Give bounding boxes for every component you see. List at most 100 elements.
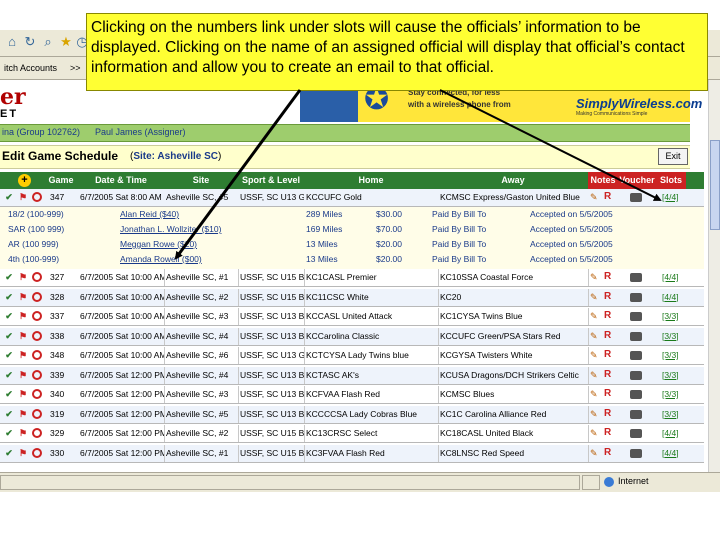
slots-link[interactable]: [4/4] (662, 269, 679, 286)
slots-link[interactable]: [3/3] (662, 406, 679, 423)
report-r-icon[interactable]: R (604, 369, 611, 381)
cancel-game-icon[interactable] (32, 369, 42, 380)
cell-game[interactable]: 330 (50, 445, 76, 462)
switch-accounts-link[interactable]: itch Accounts (0, 59, 61, 77)
voucher-printer-icon[interactable] (630, 312, 642, 321)
report-r-icon[interactable]: R (604, 191, 611, 203)
scrollbar-thumb[interactable] (710, 140, 720, 230)
official-name-link[interactable]: Meggan Rowe ($20) (120, 237, 197, 252)
accept-check-icon[interactable]: ✔ (4, 370, 14, 380)
favorites-icon[interactable]: ★ (58, 34, 74, 50)
flag-icon[interactable]: ⚑ (18, 311, 28, 321)
notes-icon[interactable]: ✎ (590, 311, 600, 321)
notes-icon[interactable]: ✎ (590, 428, 600, 438)
notes-icon[interactable]: ✎ (590, 192, 600, 202)
cell-game[interactable]: 329 (50, 425, 76, 442)
flag-icon[interactable]: ⚑ (18, 292, 28, 302)
flag-icon[interactable]: ⚑ (18, 370, 28, 380)
flag-icon[interactable]: ⚑ (18, 331, 28, 341)
notes-icon[interactable]: ✎ (590, 272, 600, 282)
home-icon[interactable]: ⌂ (4, 34, 20, 50)
cell-game[interactable]: 347 (50, 189, 76, 206)
slots-link[interactable]: [3/3] (662, 308, 679, 325)
cell-game[interactable]: 327 (50, 269, 76, 286)
flag-icon[interactable]: ⚑ (18, 428, 28, 438)
notes-icon[interactable]: ✎ (590, 389, 600, 399)
cancel-game-icon[interactable] (32, 272, 42, 282)
refresh-icon[interactable]: ↻ (22, 34, 38, 50)
official-name-link[interactable]: Alan Reid ($40) (120, 207, 179, 222)
search-icon[interactable]: ⌕ (40, 34, 56, 50)
cell-game[interactable]: 328 (50, 289, 76, 306)
notes-icon[interactable]: ✎ (590, 331, 600, 341)
slots-link[interactable]: [4/4] (662, 445, 679, 462)
report-r-icon[interactable]: R (604, 271, 611, 283)
exit-button[interactable]: Exit (658, 148, 688, 165)
report-r-icon[interactable]: R (604, 291, 611, 303)
accept-check-icon[interactable]: ✔ (4, 428, 14, 438)
add-game-icon[interactable]: + (18, 174, 31, 187)
cell-game[interactable]: 337 (50, 308, 76, 325)
voucher-printer-icon[interactable] (630, 193, 642, 202)
slots-link[interactable]: [3/3] (662, 347, 679, 364)
slots-link[interactable]: [4/4] (662, 289, 679, 306)
notes-icon[interactable]: ✎ (590, 409, 600, 419)
accept-check-icon[interactable]: ✔ (4, 448, 14, 458)
accept-check-icon[interactable]: ✔ (4, 311, 14, 321)
notes-icon[interactable]: ✎ (590, 370, 600, 380)
cancel-game-icon[interactable] (32, 192, 42, 202)
voucher-printer-icon[interactable] (630, 351, 642, 360)
links-chevron[interactable]: >> (70, 59, 84, 77)
report-r-icon[interactable]: R (604, 310, 611, 322)
report-r-icon[interactable]: R (604, 427, 611, 439)
report-r-icon[interactable]: R (604, 447, 611, 459)
accept-check-icon[interactable]: ✔ (4, 192, 14, 202)
flag-icon[interactable]: ⚑ (18, 350, 28, 360)
voucher-printer-icon[interactable] (630, 409, 642, 419)
cancel-game-icon[interactable] (32, 330, 42, 341)
report-r-icon[interactable]: R (604, 388, 611, 400)
cancel-game-icon[interactable] (32, 350, 42, 360)
accept-check-icon[interactable]: ✔ (4, 389, 14, 399)
flag-icon[interactable]: ⚑ (18, 272, 28, 282)
voucher-printer-icon[interactable] (630, 429, 642, 438)
cancel-game-icon[interactable] (32, 428, 42, 438)
voucher-printer-icon[interactable] (630, 331, 642, 341)
cell-game[interactable]: 340 (50, 386, 76, 403)
cell-game[interactable]: 339 (50, 367, 76, 384)
notes-icon[interactable]: ✎ (590, 292, 600, 302)
flag-icon[interactable]: ⚑ (18, 389, 28, 399)
accept-check-icon[interactable]: ✔ (4, 409, 14, 419)
cancel-game-icon[interactable] (32, 291, 42, 302)
cell-game[interactable]: 319 (50, 406, 76, 423)
vertical-scrollbar[interactable] (708, 80, 720, 472)
accept-check-icon[interactable]: ✔ (4, 350, 14, 360)
voucher-printer-icon[interactable] (630, 273, 642, 282)
cell-game[interactable]: 348 (50, 347, 76, 364)
cancel-game-icon[interactable] (32, 389, 42, 399)
accept-check-icon[interactable]: ✔ (4, 272, 14, 282)
slots-link[interactable]: [3/3] (662, 328, 679, 345)
official-name-link[interactable]: Jonathan L. Wollziter ($10) (120, 222, 221, 237)
slots-link[interactable]: [4/4] (662, 425, 679, 442)
cancel-game-icon[interactable] (32, 447, 42, 458)
slots-link[interactable]: [4/4] (662, 189, 679, 206)
official-name-link[interactable]: Amanda Rowell ($00) (120, 252, 202, 267)
flag-icon[interactable]: ⚑ (18, 192, 28, 202)
report-r-icon[interactable]: R (604, 408, 611, 420)
slots-link[interactable]: [3/3] (662, 386, 679, 403)
slots-link[interactable]: [3/3] (662, 367, 679, 384)
voucher-printer-icon[interactable] (630, 370, 642, 380)
notes-icon[interactable]: ✎ (590, 350, 600, 360)
voucher-printer-icon[interactable] (630, 448, 642, 458)
cell-game[interactable]: 338 (50, 328, 76, 345)
cancel-game-icon[interactable] (32, 311, 42, 321)
voucher-printer-icon[interactable] (630, 390, 642, 399)
report-r-icon[interactable]: R (604, 330, 611, 342)
voucher-printer-icon[interactable] (630, 292, 642, 302)
accept-check-icon[interactable]: ✔ (4, 292, 14, 302)
cancel-game-icon[interactable] (32, 408, 42, 419)
flag-icon[interactable]: ⚑ (18, 448, 28, 458)
accept-check-icon[interactable]: ✔ (4, 331, 14, 341)
notes-icon[interactable]: ✎ (590, 448, 600, 458)
